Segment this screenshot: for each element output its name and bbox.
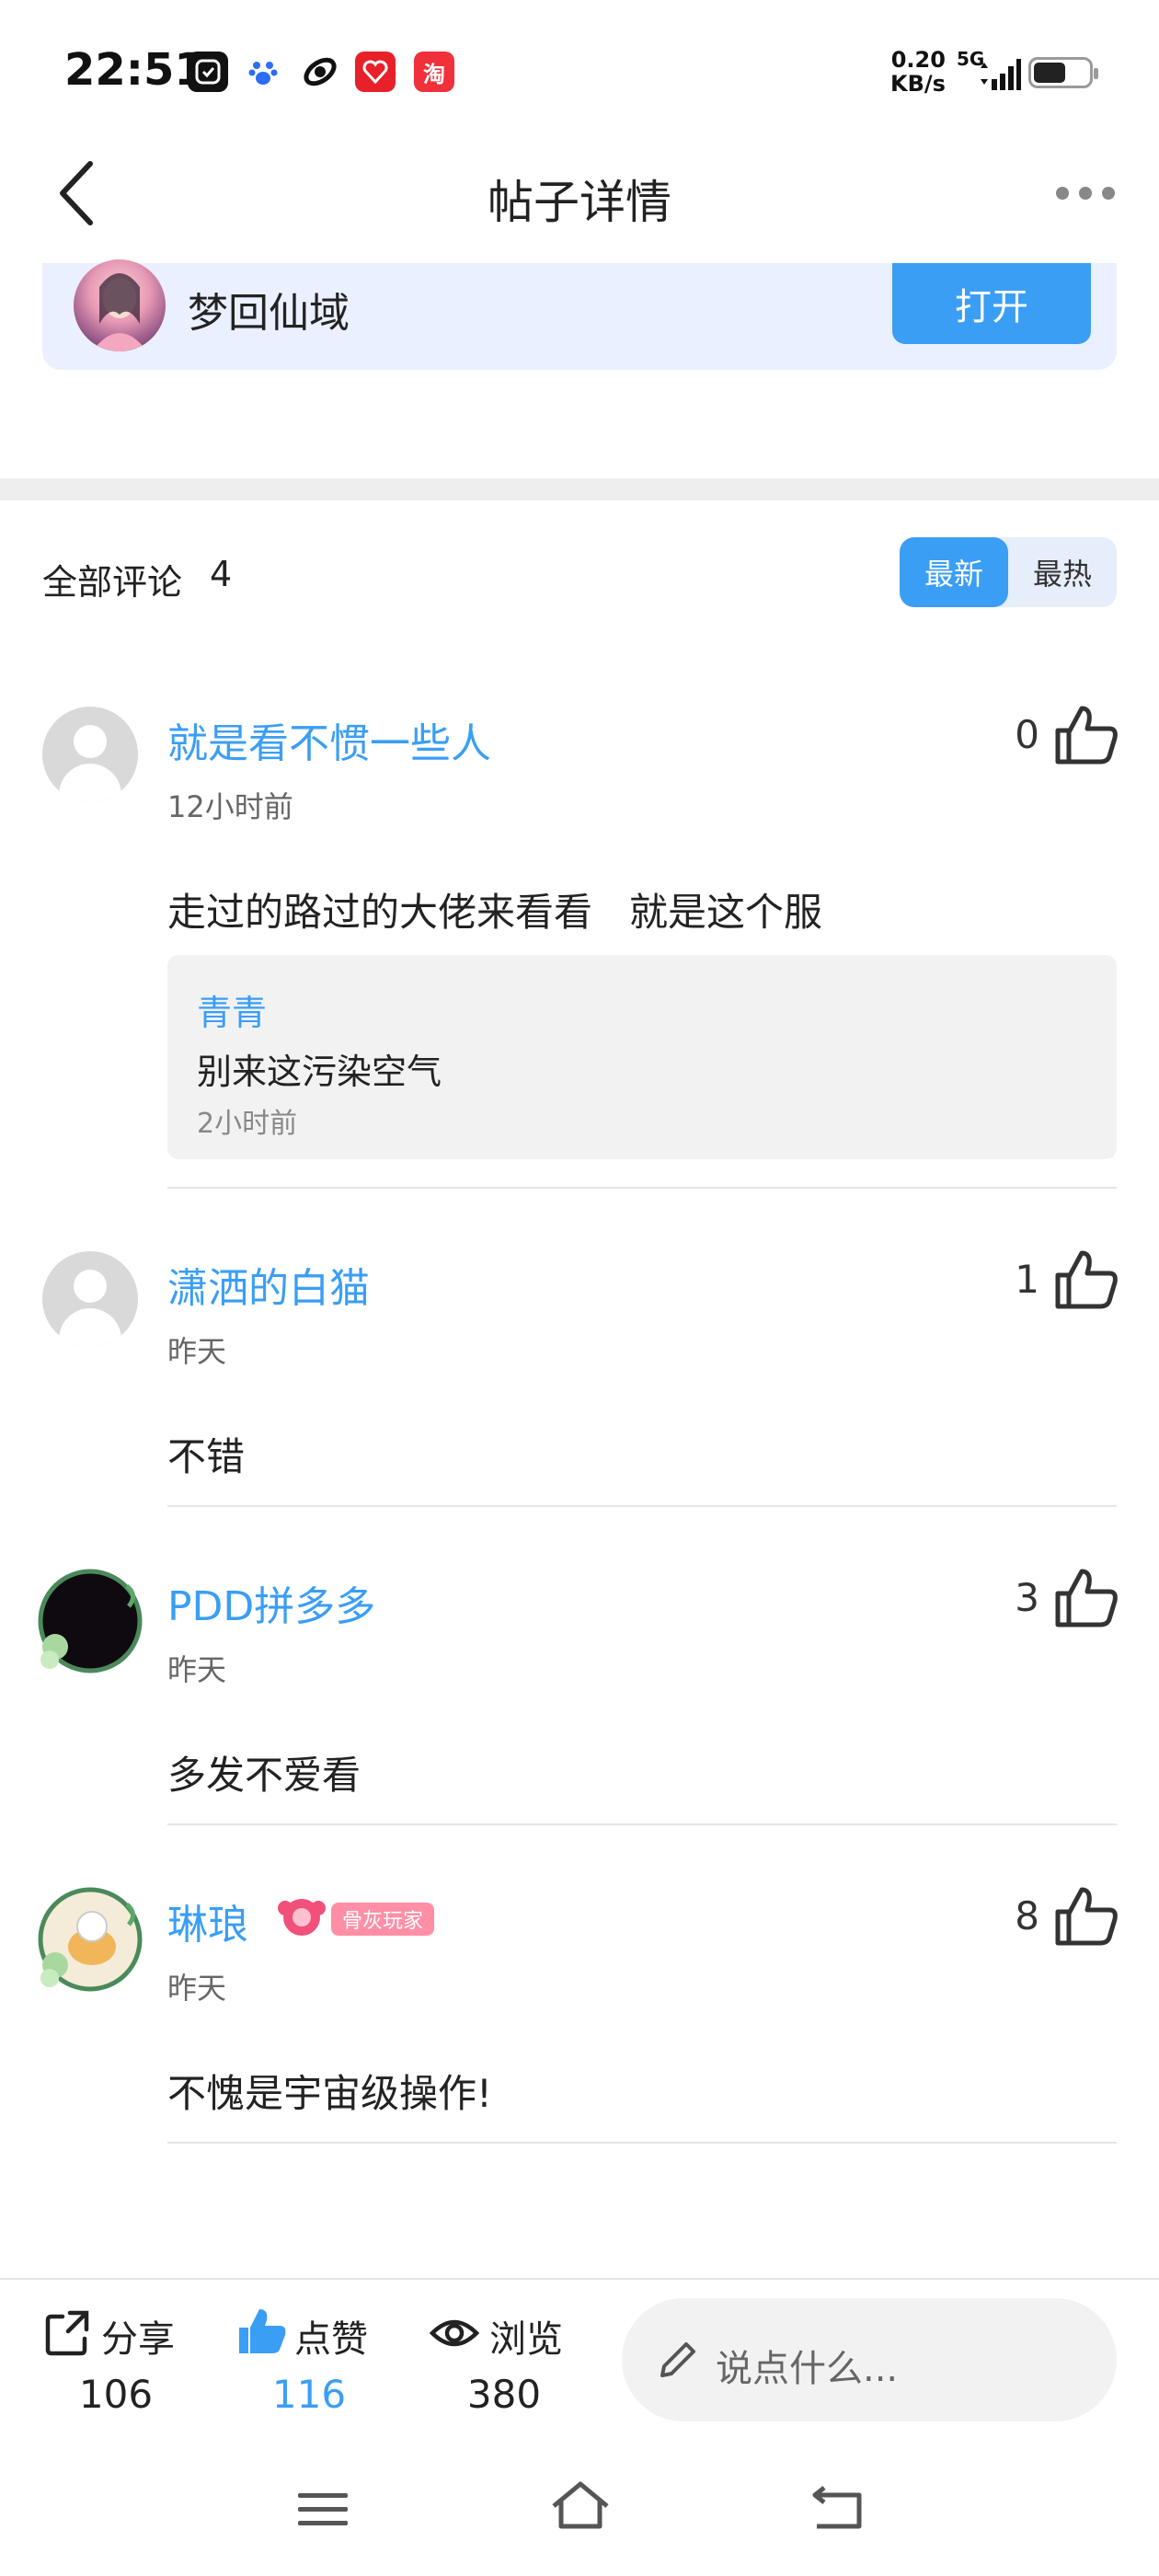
like-count: 0 — [1015, 712, 1039, 757]
eye-icon — [429, 2319, 480, 2347]
bottom-bar-divider — [0, 2278, 1159, 2280]
clock-app-icon — [188, 52, 228, 92]
player-badge: 骨灰玩家 — [331, 1903, 435, 1936]
thumbs-up-icon[interactable] — [1054, 705, 1119, 765]
sort-newest-button[interactable]: 最新 — [900, 537, 1008, 607]
like-count-total: 116 — [271, 2372, 347, 2417]
like-label: 点赞 — [294, 2318, 368, 2361]
comment-content: 多发不爱看 — [167, 1753, 361, 1798]
comment-content: 走过的路过的大佬来看看 就是这个服 — [167, 890, 823, 935]
comment-content: 不错 — [167, 1434, 246, 1479]
comments-count: 4 — [210, 554, 233, 594]
like-count: 8 — [1015, 1893, 1039, 1938]
comment-divider — [167, 1823, 1117, 1825]
like-count: 3 — [1015, 1575, 1039, 1620]
comment-divider — [167, 2142, 1117, 2144]
back-nav-icon[interactable] — [806, 2480, 870, 2536]
status-time: 22:51 — [64, 44, 205, 96]
comment-time: 昨天 — [167, 1971, 227, 2006]
thumbs-up-icon[interactable] — [1054, 1568, 1119, 1628]
more-icon[interactable] — [1053, 182, 1118, 204]
battery-icon — [1028, 57, 1098, 88]
avatar[interactable] — [37, 1568, 143, 1674]
pencil-icon — [660, 2342, 695, 2377]
comment-username[interactable]: 就是看不惯一些人 — [167, 710, 491, 769]
share-count: 106 — [78, 2372, 154, 2417]
browser-icon — [300, 52, 340, 92]
comment-content: 不愧是宇宙级操作! — [167, 2071, 492, 2116]
game-name: 梦回仙域 — [188, 290, 350, 337]
like-count: 1 — [1015, 1257, 1039, 1302]
thumbs-up-filled-icon — [239, 2309, 286, 2353]
comment-divider — [167, 1187, 1117, 1189]
view-label: 浏览 — [489, 2318, 563, 2361]
share-icon — [45, 2310, 89, 2356]
comment-time: 昨天 — [167, 1334, 227, 1369]
net-speed: 0.20 KB/s — [890, 48, 946, 96]
avatar[interactable] — [42, 1251, 138, 1347]
reply-time: 2小时前 — [197, 1108, 298, 1140]
thumbs-up-icon[interactable] — [1054, 1886, 1119, 1947]
sort-hot-button[interactable]: 最热 — [1008, 537, 1117, 607]
comment-time: 昨天 — [167, 1652, 227, 1687]
avatar[interactable] — [42, 707, 138, 802]
comment-time: 12小时前 — [167, 789, 293, 824]
view-count: 380 — [466, 2372, 542, 2417]
thumbs-up-icon[interactable] — [1054, 1249, 1119, 1310]
flower-badge-icon — [278, 1899, 326, 1936]
reply-username[interactable]: 青青 — [197, 984, 267, 1035]
baidu-icon — [243, 52, 283, 92]
bank-app-icon — [355, 52, 396, 92]
comment-username[interactable]: 潇洒的白猫 — [167, 1255, 370, 1314]
page-title: 帖子详情 — [488, 176, 671, 229]
reply-content: 别来这污染空气 — [197, 1052, 442, 1092]
taobao-icon: 淘 — [414, 52, 454, 92]
comment-placeholder: 说点什么... — [716, 2348, 899, 2390]
home-icon[interactable] — [548, 2478, 613, 2534]
comments-label: 全部评论 — [42, 562, 183, 603]
net-speed-value: 0.20 — [890, 47, 946, 73]
net-speed-unit: KB/s — [890, 71, 946, 97]
open-game-button[interactable]: 打开 — [892, 263, 1091, 344]
comment-username[interactable]: PDD拼多多 — [167, 1573, 375, 1632]
signal-icon — [981, 59, 1021, 90]
comment-username[interactable]: 琳琅 — [167, 1892, 248, 1950]
game-avatar — [74, 259, 166, 351]
share-label: 分享 — [101, 2318, 175, 2361]
menu-icon[interactable] — [291, 2482, 355, 2537]
comment-divider — [167, 1505, 1117, 1507]
section-divider — [0, 478, 1159, 500]
avatar[interactable] — [37, 1886, 143, 1993]
